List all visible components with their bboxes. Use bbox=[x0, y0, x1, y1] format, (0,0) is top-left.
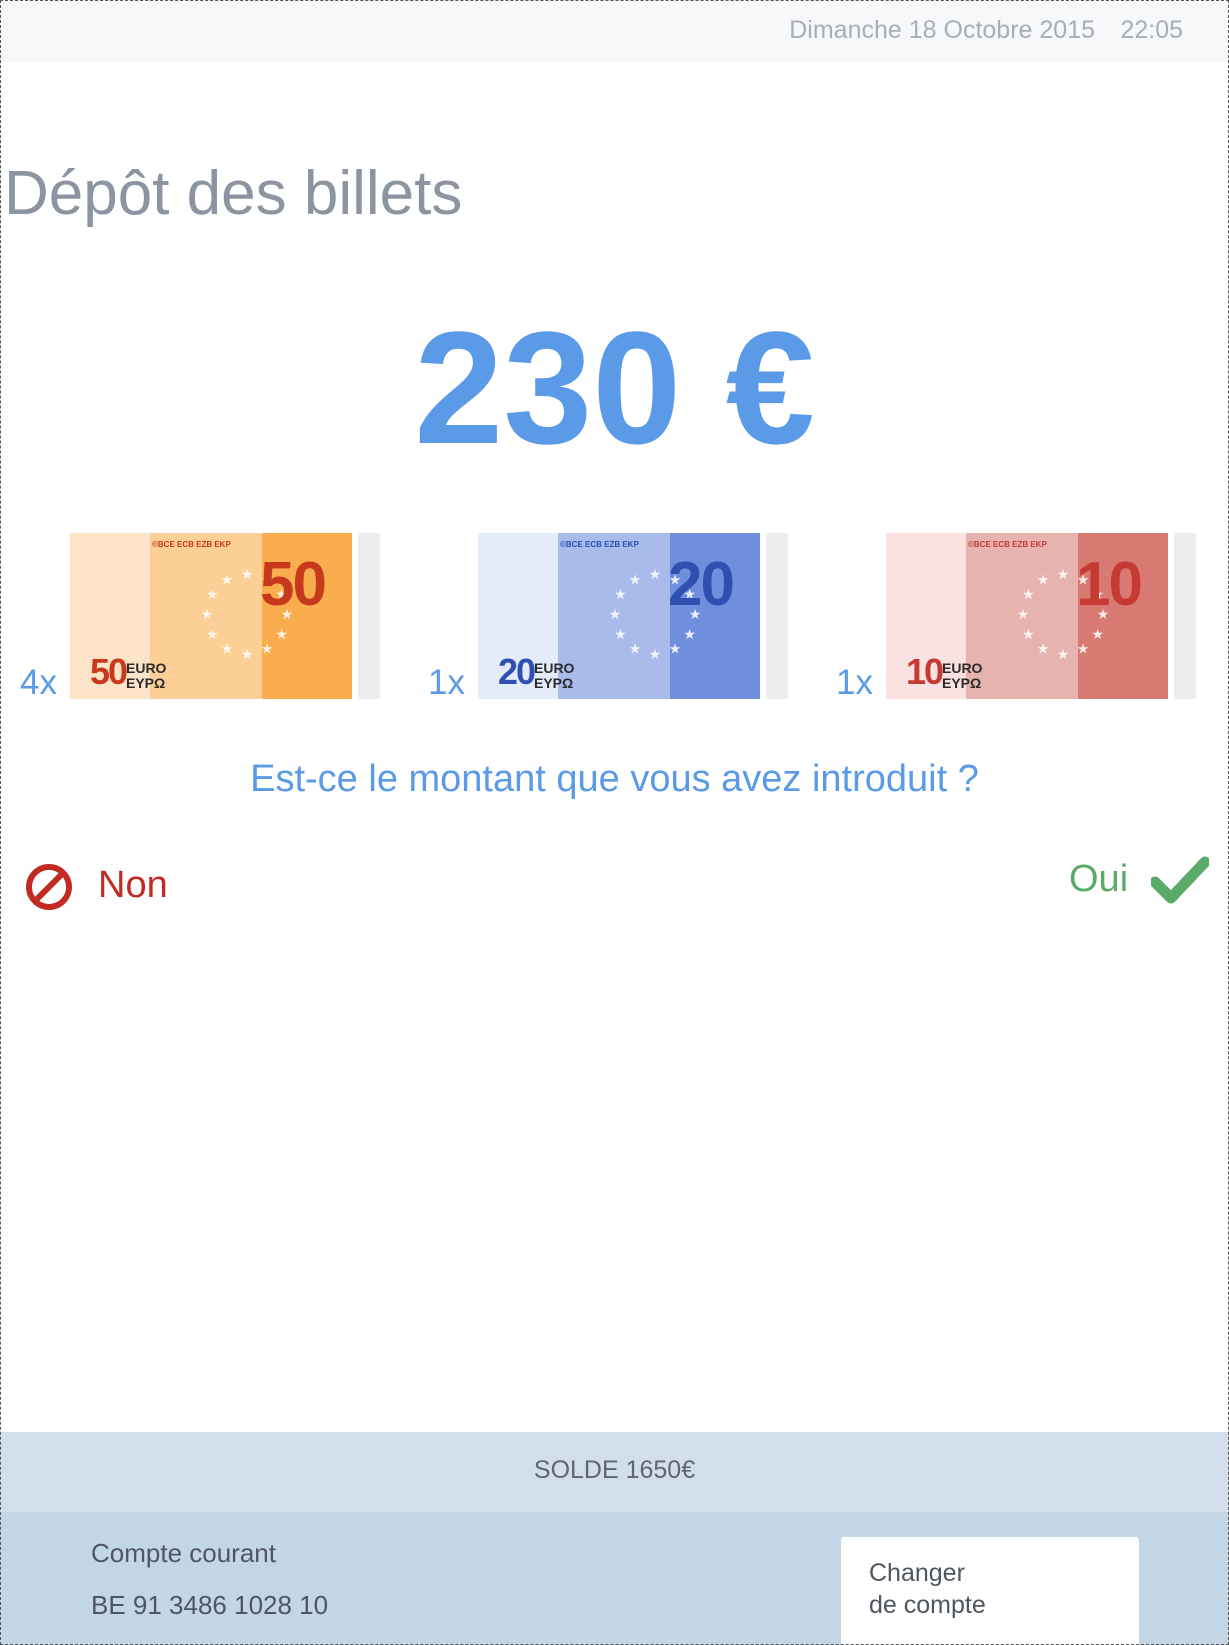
star-icon: ★ bbox=[649, 646, 662, 662]
account-iban: BE 91 3486 1028 10 bbox=[91, 1590, 329, 1620]
banknote-value-large: 50 bbox=[260, 550, 327, 619]
star-icon: ★ bbox=[614, 586, 627, 602]
banknote-group: 1x ★ ★ ★ ★ ★ ★ ★ ★ ★ ★ ★ ★ ©BCE ECB EZB EKP 20 20 EURO ΕΥ… bbox=[428, 533, 818, 703]
banknote-group: 4x ★ ★ ★ ★ ★ ★ ★ ★ ★ ★ ★ ★ ©BCE ECB EZB EKP 50 50 EURO ΕΥ… bbox=[20, 533, 410, 703]
change-account-label-2: de compte bbox=[869, 1591, 986, 1619]
page-title: Dépôt des billets bbox=[4, 159, 463, 228]
note-hologram-strip bbox=[1174, 533, 1196, 699]
star-icon: ★ bbox=[261, 641, 274, 657]
star-icon: ★ bbox=[221, 571, 234, 587]
confirmation-question: Est-ce le montant que vous avez introdui… bbox=[250, 758, 979, 800]
star-icon: ★ bbox=[1091, 626, 1104, 642]
star-icon: ★ bbox=[1022, 586, 1035, 602]
euro-line-greek: ΕΥΡΩ bbox=[942, 675, 982, 691]
banknote-10-image: ★ ★ ★ ★ ★ ★ ★ ★ ★ ★ ★ ★ ©BCE ECB EZB EKP 10 10 EURO ΕΥΡΩ bbox=[886, 533, 1206, 699]
star-icon: ★ bbox=[629, 571, 642, 587]
star-icon: ★ bbox=[1057, 646, 1070, 662]
star-icon: ★ bbox=[1057, 566, 1070, 582]
star-icon: ★ bbox=[221, 641, 234, 657]
euro-line-greek: ΕΥΡΩ bbox=[126, 675, 166, 691]
banknote-count: 4x bbox=[20, 663, 57, 702]
star-icon: ★ bbox=[206, 626, 219, 642]
note-hologram-strip bbox=[358, 533, 380, 699]
ecb-text: ©BCE ECB EZB EKP bbox=[152, 540, 231, 549]
banknote-group: 1x ★ ★ ★ ★ ★ ★ ★ ★ ★ ★ ★ ★ ©BCE ECB EZB EKP 10 10 EURO ΕΥ… bbox=[836, 533, 1226, 703]
euro-line: EURO bbox=[942, 660, 983, 676]
banknote-value-small: 10 bbox=[906, 651, 944, 692]
banknote-value-large: 20 bbox=[668, 550, 735, 619]
euro-text: EURO ΕΥΡΩ bbox=[534, 661, 574, 691]
star-icon: ★ bbox=[1077, 641, 1090, 657]
star-icon: ★ bbox=[1022, 626, 1035, 642]
star-icon: ★ bbox=[1017, 606, 1030, 622]
balance-text: SOLDE 1650€ bbox=[533, 1456, 696, 1484]
change-account-button[interactable]: Changer de compte bbox=[841, 1537, 1139, 1645]
star-icon: ★ bbox=[669, 641, 682, 657]
banknote-count: 1x bbox=[836, 663, 873, 702]
deposit-amount: 230 € bbox=[414, 298, 815, 477]
account-name: Compte courant bbox=[91, 1538, 276, 1568]
star-icon: ★ bbox=[609, 606, 622, 622]
no-label: Non bbox=[98, 864, 168, 906]
note-hologram-strip bbox=[766, 533, 788, 699]
account-bar: Compte courant BE 91 3486 1028 10 Change… bbox=[0, 1512, 1229, 1645]
star-icon: ★ bbox=[206, 586, 219, 602]
current-date: Dimanche 18 Octobre 2015 bbox=[789, 16, 1095, 44]
euro-text: EURO ΕΥΡΩ bbox=[942, 661, 982, 691]
star-icon: ★ bbox=[1037, 571, 1050, 587]
banknote-count: 1x bbox=[428, 663, 465, 702]
current-time: 22:05 bbox=[1120, 16, 1183, 44]
banknote-20-image: ★ ★ ★ ★ ★ ★ ★ ★ ★ ★ ★ ★ ©BCE ECB EZB EKP 20 20 EURO ΕΥΡΩ bbox=[478, 533, 798, 699]
star-icon: ★ bbox=[275, 626, 288, 642]
status-bar: Dimanche 18 Octobre 2015 22:05 bbox=[0, 0, 1229, 62]
euro-line: EURO bbox=[534, 660, 575, 676]
ecb-text: ©BCE ECB EZB EKP bbox=[968, 540, 1047, 549]
euro-line-greek: ΕΥΡΩ bbox=[534, 675, 574, 691]
star-icon: ★ bbox=[614, 626, 627, 642]
checkmark-icon bbox=[1151, 856, 1209, 904]
prohibited-icon bbox=[26, 864, 72, 910]
balance-bar: SOLDE 1650€ bbox=[0, 1432, 1229, 1512]
banknote-value-large: 10 bbox=[1076, 550, 1143, 619]
star-icon: ★ bbox=[201, 606, 214, 622]
banknote-value-small: 50 bbox=[90, 651, 128, 692]
star-icon: ★ bbox=[1037, 641, 1050, 657]
star-icon: ★ bbox=[241, 646, 254, 662]
ecb-text: ©BCE ECB EZB EKP bbox=[560, 540, 639, 549]
change-account-label-1: Changer bbox=[869, 1559, 965, 1587]
yes-label: Oui bbox=[1069, 858, 1129, 900]
star-icon: ★ bbox=[649, 566, 662, 582]
star-icon: ★ bbox=[629, 641, 642, 657]
yes-button[interactable]: Oui bbox=[1069, 856, 1209, 908]
star-icon: ★ bbox=[241, 566, 254, 582]
euro-line: EURO bbox=[126, 660, 167, 676]
screen-frame bbox=[0, 0, 1229, 1645]
banknote-value-small: 20 bbox=[498, 651, 536, 692]
banknote-50-image: ★ ★ ★ ★ ★ ★ ★ ★ ★ ★ ★ ★ ©BCE ECB EZB EKP 50 50 EURO ΕΥΡΩ bbox=[70, 533, 390, 699]
euro-text: EURO ΕΥΡΩ bbox=[126, 661, 166, 691]
star-icon: ★ bbox=[683, 626, 696, 642]
